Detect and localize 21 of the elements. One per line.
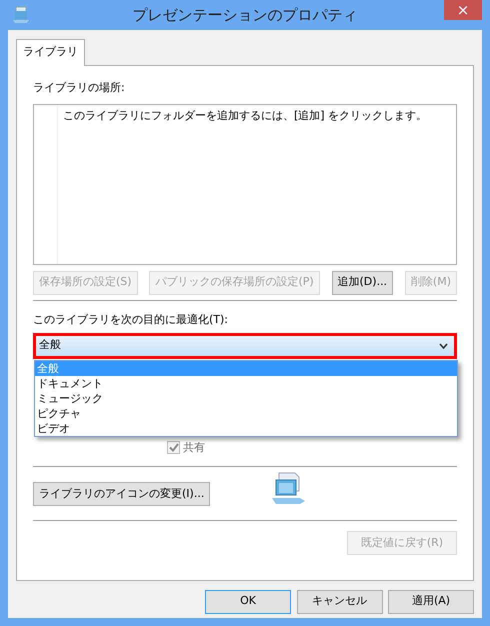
locations-label: ライブラリの場所:	[33, 80, 126, 96]
add-button[interactable]: 追加(D)...	[332, 270, 394, 294]
dropdown-option[interactable]: ピクチャ	[35, 406, 457, 420]
empty-list-hint: このライブラリにフォルダーを追加するには、[追加] をクリックします。	[62, 108, 428, 124]
optimize-label: このライブラリを次の目的に最適化(T):	[33, 312, 230, 328]
dropdown-option[interactable]: ミュージック	[35, 390, 457, 406]
window-title: プレゼンテーションのプロパティ	[132, 5, 358, 26]
locations-list[interactable]: このライブラリにフォルダーを追加するには、[追加] をクリックします。	[33, 104, 457, 265]
ok-button[interactable]: OK	[205, 590, 291, 614]
change-icon-button[interactable]: ライブラリのアイコンの変更(I)...	[33, 482, 210, 506]
dropdown-option[interactable]: ドキュメント	[35, 376, 457, 390]
chevron-down-icon	[439, 342, 448, 348]
optimize-dropdown[interactable]: 全般	[33, 332, 457, 358]
tab[interactable]: ライブラリ	[16, 39, 85, 66]
dropdown-option[interactable]: ビデオ	[35, 420, 457, 436]
apply-button[interactable]: 適用(A)	[388, 590, 474, 614]
cancel-button[interactable]: キャンセル	[296, 590, 382, 614]
library-icon	[270, 471, 306, 505]
close-button[interactable]: ×	[444, 0, 482, 20]
share-label: 共有	[182, 440, 205, 456]
library-icon	[12, 6, 30, 24]
